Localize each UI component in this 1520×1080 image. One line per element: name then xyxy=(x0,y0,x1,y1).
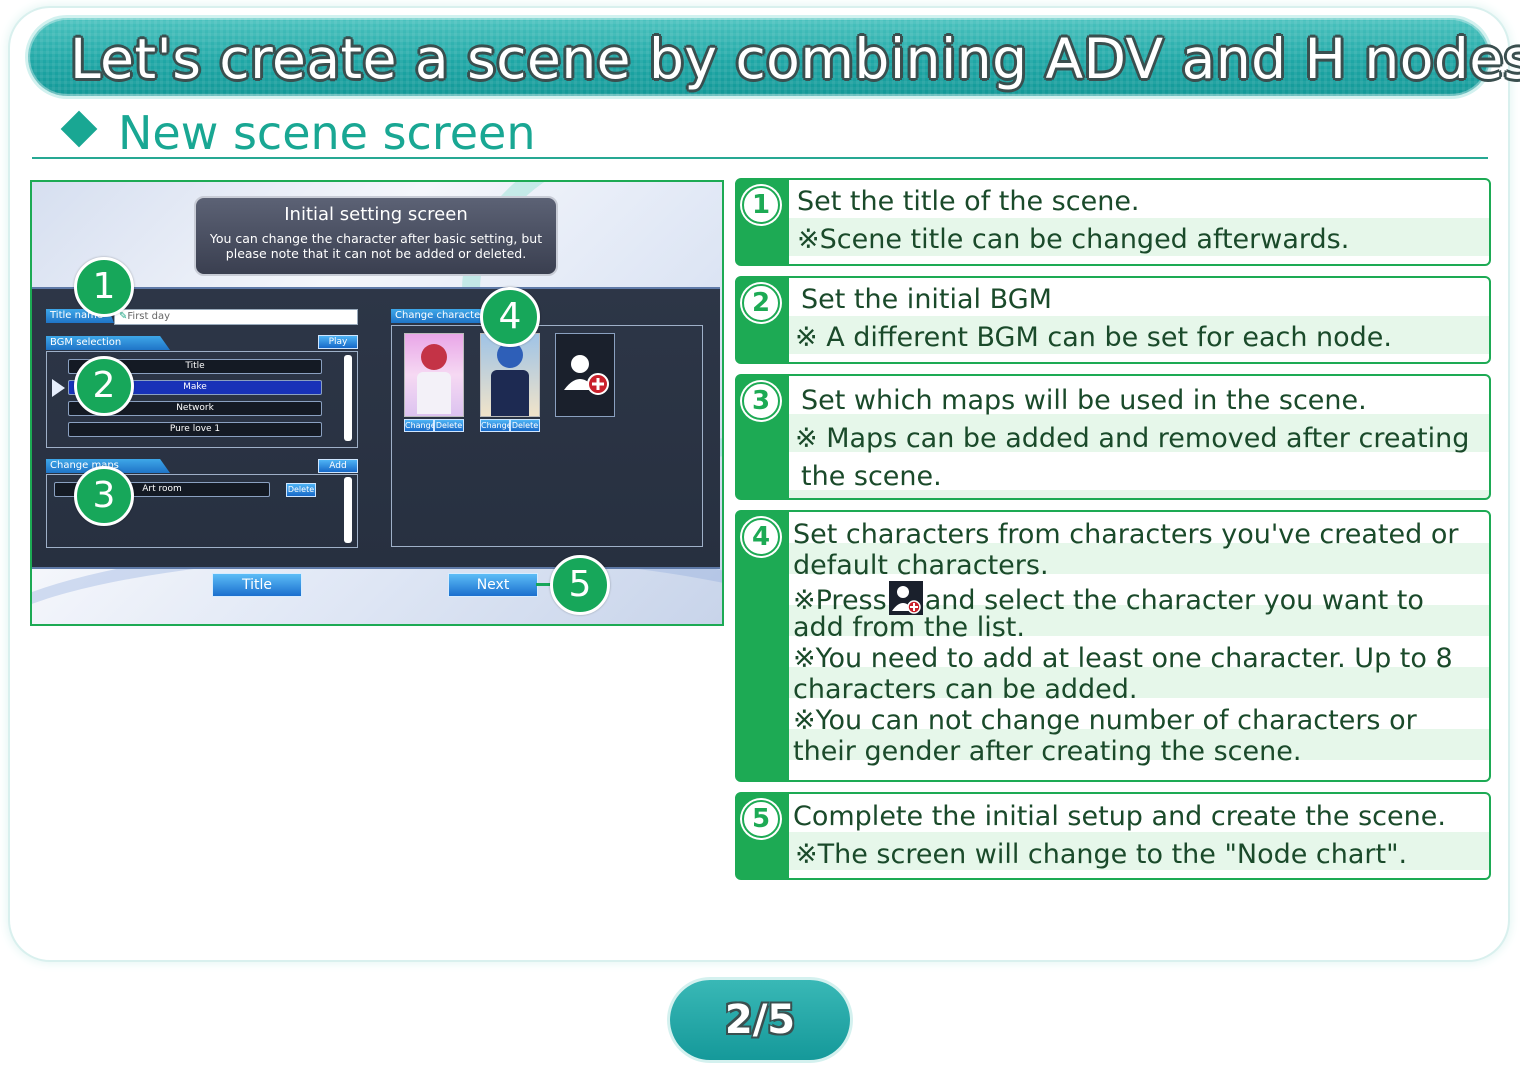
step-4-line-7: ※You can not change number of characters… xyxy=(793,705,1417,736)
step-1-line-1: Set the title of the scene. xyxy=(797,186,1140,217)
step-3-line-1: Set which maps will be used in the scene… xyxy=(801,385,1367,416)
next-button[interactable]: Next xyxy=(448,573,538,597)
change-character-button[interactable]: Change xyxy=(404,419,436,432)
initial-setting-title: Initial setting screen xyxy=(284,204,468,225)
step-4-line-1: Set characters from characters you've cr… xyxy=(793,519,1459,550)
character-portrait-female[interactable] xyxy=(404,333,464,417)
initial-setting-desc-1: You can change the character after basic… xyxy=(209,231,543,246)
step-1: 1 Set the title of the scene. ※Scene tit… xyxy=(735,178,1491,266)
marker-5: 5 xyxy=(550,555,610,615)
game-screenshot: Initial setting screen You can change th… xyxy=(30,180,724,626)
step-2-line-2: ※ A different BGM can be set for each no… xyxy=(795,322,1392,353)
section-divider xyxy=(32,157,1488,159)
bgm-selection-label: BGM selection xyxy=(46,336,170,350)
step-3-line-3: the scene. xyxy=(801,461,942,492)
marker-1: 1 xyxy=(74,257,134,317)
step-4-line-4: add from the list. xyxy=(793,612,1025,643)
title-name-value: First day xyxy=(127,311,171,322)
selection-arrow-icon xyxy=(52,379,65,397)
change-character-button[interactable]: Change xyxy=(480,419,512,432)
bgm-scrollbar[interactable] xyxy=(344,355,352,441)
step-2-number-icon: 2 xyxy=(742,284,780,322)
add-character-icon xyxy=(888,581,923,615)
step-4-line-5: ※You need to add at least one character.… xyxy=(793,643,1453,674)
delete-character-button[interactable]: Delete xyxy=(434,419,464,432)
step-4-line-2: default characters. xyxy=(793,550,1049,581)
step-4-number-icon: 4 xyxy=(742,518,780,556)
settings-panel: Title name ✎First day BGM selection Play… xyxy=(32,287,720,569)
step-5-line-1: Complete the initial setup and create th… xyxy=(793,801,1446,832)
bgm-item[interactable]: Pure love 1 xyxy=(68,422,322,437)
initial-setting-header: Initial setting screen You can change th… xyxy=(194,196,558,276)
step-1-line-2: ※Scene title can be changed afterwards. xyxy=(797,224,1350,255)
delete-map-button[interactable]: Delete xyxy=(286,483,316,497)
delete-character-button[interactable]: Delete xyxy=(510,419,540,432)
step-2-line-1: Set the initial BGM xyxy=(801,284,1052,315)
marker-3: 3 xyxy=(74,466,134,526)
page-indicator: 2/5 xyxy=(670,980,850,1060)
step-5: 5 Complete the initial setup and create … xyxy=(735,792,1491,880)
step-5-line-2: ※The screen will change to the "Node cha… xyxy=(795,839,1408,870)
step-5-number-icon: 5 xyxy=(742,800,780,838)
page-indicator-text: 2/5 xyxy=(724,997,796,1043)
step-4: 4 Set characters from characters you've … xyxy=(735,510,1491,782)
step-3-number-icon: 3 xyxy=(742,382,780,420)
page-title: Let's create a scene by combining ADV an… xyxy=(70,27,1520,91)
add-character-icon xyxy=(564,355,609,395)
step-4-line-3: ※Press and select the character you want … xyxy=(793,581,1424,616)
section-title: New scene screen xyxy=(118,106,536,160)
marker-2: 2 xyxy=(74,356,134,416)
step-2: 2 Set the initial BGM ※ A different BGM … xyxy=(735,276,1491,364)
marker-4: 4 xyxy=(480,287,540,347)
add-character-button[interactable] xyxy=(555,333,615,417)
step-3: 3 Set which maps will be used in the sce… xyxy=(735,374,1491,500)
maps-scrollbar[interactable] xyxy=(344,477,352,543)
initial-setting-desc-2: please note that it can not be added or … xyxy=(225,246,527,261)
title-name-input[interactable]: ✎First day xyxy=(114,309,358,325)
title-button[interactable]: Title xyxy=(212,573,302,597)
step-3-line-2: ※ Maps can be added and removed after cr… xyxy=(795,423,1470,454)
play-button[interactable]: Play xyxy=(318,335,358,349)
step-4-line-6: characters can be added. xyxy=(793,674,1138,705)
step-4-line-8: their gender after creating the scene. xyxy=(793,736,1302,767)
add-map-button[interactable]: Add xyxy=(318,459,358,473)
step-1-number-icon: 1 xyxy=(742,186,780,224)
